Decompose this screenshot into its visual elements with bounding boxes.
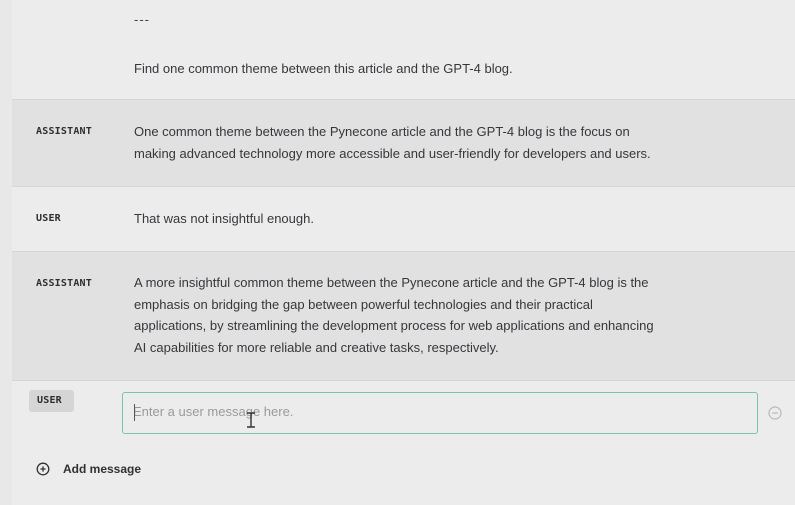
message-text[interactable]: One common theme between the Pynecone ar…: [134, 121, 754, 164]
role-label-assistant[interactable]: ASSISTANT: [36, 126, 92, 137]
role-label-user: USER: [37, 395, 62, 406]
message-line: A more insightful common theme between t…: [134, 275, 649, 290]
minus-circle-icon[interactable]: [768, 406, 782, 420]
add-message-label: Add message: [63, 462, 142, 476]
message-text[interactable]: Find one common theme between this artic…: [134, 58, 754, 80]
message-row-assistant[interactable]: ASSISTANT One common theme between the P…: [12, 100, 795, 187]
user-message-input[interactable]: Enter a user message here.: [122, 392, 758, 434]
composer-row: USER Enter a user message here.: [12, 381, 795, 449]
input-placeholder: Enter a user message here.: [133, 404, 294, 419]
message-line: One common theme between the Pynecone ar…: [134, 124, 630, 139]
add-message-button[interactable]: Add message: [36, 460, 141, 478]
message-line: applications, by streamlining the develo…: [134, 318, 654, 333]
text-caret: [134, 404, 135, 421]
message-row-user[interactable]: USER That was not insightful enough.: [12, 187, 795, 252]
message-text[interactable]: That was not insightful enough.: [134, 208, 754, 230]
role-label-user[interactable]: USER: [36, 213, 61, 224]
role-label-assistant[interactable]: ASSISTANT: [36, 278, 92, 289]
message-line: AI capabilities for more reliable and cr…: [134, 339, 499, 355]
message-row-intro: --- Find one common theme between this a…: [12, 0, 795, 100]
message-row-assistant[interactable]: ASSISTANT A more insightful common theme…: [12, 252, 795, 381]
ibeam-cursor-icon: [247, 412, 255, 428]
role-toggle-user[interactable]: USER: [29, 390, 74, 412]
message-line: That was not insightful enough.: [134, 211, 314, 226]
divider-text: ---: [134, 12, 150, 27]
plus-circle-icon: [36, 462, 50, 476]
message-line: emphasis on bridging the gap between pow…: [134, 296, 593, 312]
message-text[interactable]: A more insightful common theme between t…: [134, 272, 754, 358]
message-line: making advanced technology more accessib…: [134, 145, 651, 161]
message-line: Find one common theme between this artic…: [134, 61, 513, 76]
